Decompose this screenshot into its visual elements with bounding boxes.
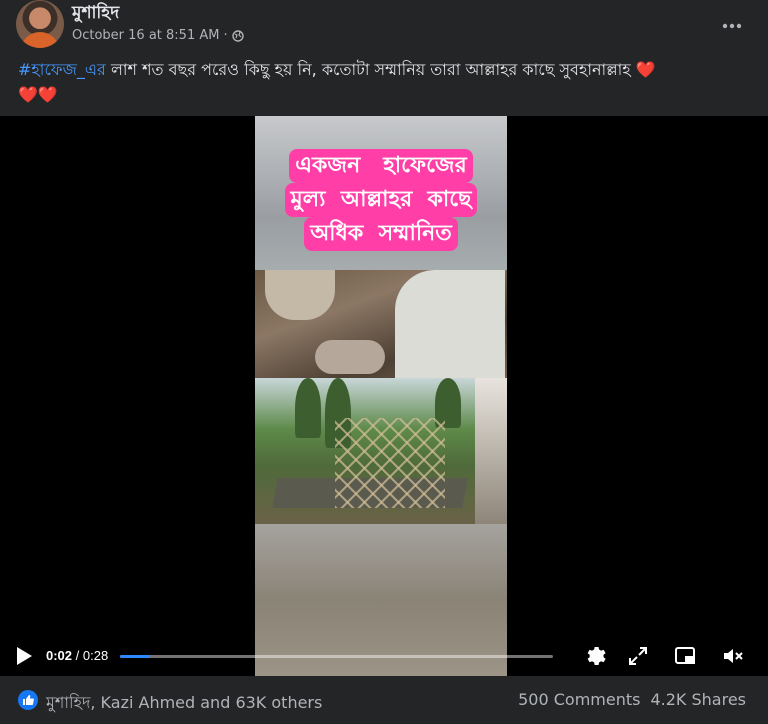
mute-button[interactable] <box>721 644 745 668</box>
mute-icon <box>724 649 743 663</box>
caption-text: লাশ শত বছর পরেও কিছু হয় নি, কতোটা সম্মা… <box>105 60 636 79</box>
heart-emoji: ❤️ <box>635 60 656 79</box>
comments-count[interactable]: 500 Comments <box>518 690 640 709</box>
like-reaction-icon[interactable] <box>18 690 38 710</box>
more-horizontal-icon <box>722 23 742 29</box>
video-frame: একজন হাফেজের মুল্য আল্লাহর কাছে অধিক সম্… <box>255 116 507 676</box>
video-scene-side <box>475 378 507 524</box>
fullscreen-button[interactable] <box>626 644 650 668</box>
reactors-text[interactable]: মুশাহিদ, Kazi Ahmed and 63K others <box>46 690 322 717</box>
progress-fill <box>120 655 151 658</box>
current-time: 0:02 <box>46 648 73 663</box>
video-scene-middle <box>255 378 475 524</box>
fullscreen-icon <box>629 647 647 665</box>
video-controls: 0:02 / 0:28 <box>0 636 768 676</box>
meta-separator: · <box>223 28 228 43</box>
settings-icon <box>587 647 606 665</box>
post-caption: #হাফেজ_এর লাশ শত বছর পরেও কিছু হয় নি, ক… <box>18 57 748 107</box>
play-button[interactable] <box>14 644 34 668</box>
post-header: মুশাহিদ October 16 at 8:51 AM · <box>0 0 768 52</box>
globe-icon[interactable] <box>231 29 244 42</box>
pip-button[interactable] <box>673 644 697 668</box>
post-meta: October 16 at 8:51 AM · <box>72 28 244 43</box>
author-name[interactable]: মুশাহিদ <box>72 0 119 28</box>
video-timecode: 0:02 / 0:28 <box>46 648 108 663</box>
duration: 0:28 <box>82 648 109 663</box>
video-player[interactable]: একজন হাফেজের মুল্য আল্লাহর কাছে অধিক সম্… <box>0 116 768 676</box>
pip-icon <box>675 647 695 664</box>
play-icon <box>17 647 32 665</box>
hashtag-link[interactable]: #হাফেজ_এর <box>18 60 106 79</box>
video-scene-top <box>255 270 507 378</box>
settings-button[interactable] <box>583 644 607 668</box>
shares-count[interactable]: 4.2K Shares <box>650 690 746 709</box>
overlay-line-3: অধিক সম্মানিত <box>304 217 458 251</box>
author-avatar[interactable] <box>16 0 64 48</box>
progress-bar[interactable] <box>120 655 553 658</box>
heart-emojis: ❤️❤️ <box>18 85 58 104</box>
video-overlay-title: একজন হাফেজের মুল্য আল্লাহর কাছে অধিক সম্… <box>255 149 507 251</box>
overlay-line-1: একজন হাফেজের <box>289 149 473 183</box>
post-timestamp[interactable]: October 16 at 8:51 AM <box>72 28 219 43</box>
time-separator: / <box>72 648 83 663</box>
engagement-bar: মুশাহিদ, Kazi Ahmed and 63K others 500 C… <box>0 676 768 724</box>
engagement-counts: 500 Comments 4.2K Shares <box>518 690 746 709</box>
overlay-line-2: মুল্য আল্লাহর কাছে <box>284 183 478 217</box>
more-options-button[interactable] <box>718 12 746 40</box>
